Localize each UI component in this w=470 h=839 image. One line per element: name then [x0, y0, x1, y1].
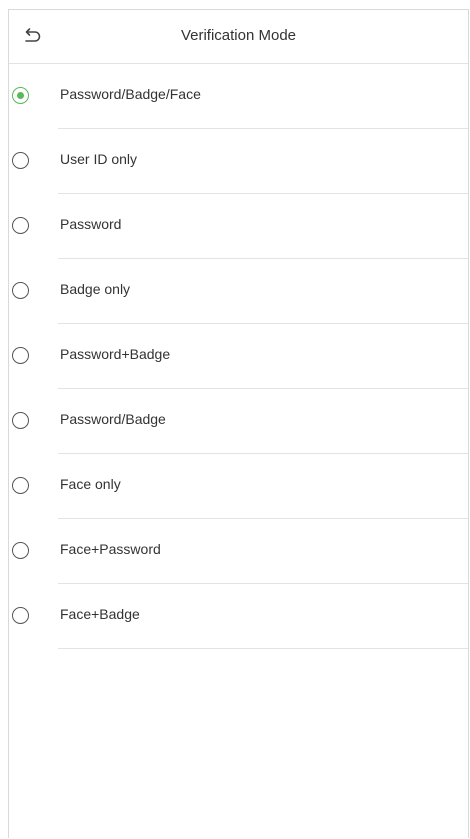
option-password-badge-face[interactable]: Password/Badge/Face — [9, 64, 468, 129]
option-face-only[interactable]: Face only — [9, 454, 468, 519]
option-label: Password — [60, 216, 122, 232]
verification-mode-list: Password/Badge/Face User ID only Passwor… — [9, 64, 468, 649]
option-label: Face+Password — [60, 541, 161, 557]
option-label: Password/Badge/Face — [60, 86, 201, 102]
verification-mode-screen: Verification Mode Password/Badge/Face Us… — [8, 9, 469, 838]
option-badge-only[interactable]: Badge only — [9, 259, 468, 324]
option-password-plus-badge[interactable]: Password+Badge — [9, 324, 468, 389]
radio-button[interactable] — [12, 607, 29, 624]
option-password[interactable]: Password — [9, 194, 468, 259]
radio-button[interactable] — [12, 412, 29, 429]
option-label: Password/Badge — [60, 411, 166, 427]
option-label: Face+Badge — [60, 606, 140, 622]
option-label: User ID only — [60, 151, 138, 167]
header-bar: Verification Mode — [9, 10, 468, 64]
option-password-or-badge[interactable]: Password/Badge — [9, 389, 468, 454]
radio-button[interactable] — [12, 217, 29, 234]
option-label: Face only — [60, 476, 121, 492]
option-label: Password+Badge — [60, 346, 171, 362]
page-title: Verification Mode — [180, 27, 297, 44]
option-label: Badge only — [60, 281, 131, 297]
radio-button[interactable] — [12, 87, 29, 104]
radio-button[interactable] — [12, 477, 29, 494]
option-face-plus-password[interactable]: Face+Password — [9, 519, 468, 584]
radio-selected-dot — [16, 91, 24, 99]
radio-button[interactable] — [12, 152, 29, 169]
option-face-plus-badge[interactable]: Face+Badge — [9, 584, 468, 649]
radio-button[interactable] — [12, 347, 29, 364]
option-user-id-only[interactable]: User ID only — [9, 129, 468, 194]
radio-button[interactable] — [12, 542, 29, 559]
radio-button[interactable] — [12, 282, 29, 299]
